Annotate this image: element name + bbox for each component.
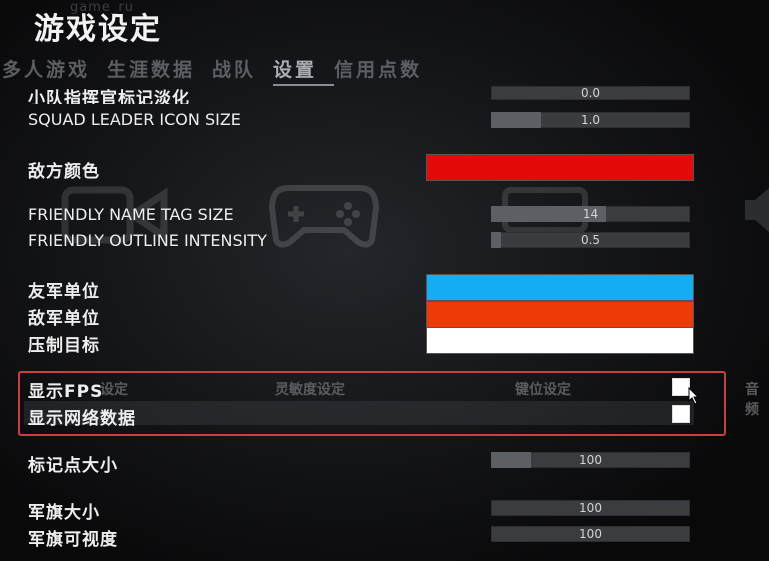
squad-leader-icon-size-slider[interactable]: 1.0 [491, 112, 690, 128]
page-title: 游戏设定 [34, 12, 162, 47]
setting-row-squad-marker-fade: 小队指挥官标记淡化 0.0 [0, 86, 769, 104]
slider-value: 100 [579, 453, 602, 467]
tab-settings[interactable]: 设置 [273, 56, 335, 86]
setting-label: FRIENDLY OUTLINE INTENSITY [28, 231, 267, 250]
tab-credits[interactable]: 信用点数 [334, 56, 439, 86]
tab-multiplayer[interactable]: 多人游戏 [0, 56, 107, 86]
gamepad-icon [268, 185, 380, 248]
slider-value: 0.5 [580, 233, 601, 247]
friendly-outline-intensity-slider[interactable]: 0.5 [491, 232, 690, 248]
ghost-label: 音频 [745, 382, 759, 418]
speaker-icon [745, 188, 769, 232]
marker-size-slider[interactable]: 100 [491, 452, 690, 468]
setting-label: 敌方颜色 [28, 162, 100, 182]
flag-size-slider[interactable]: 100 [491, 500, 690, 516]
tab-platoon[interactable]: 战队 [212, 56, 273, 86]
setting-label: 标记点大小 [28, 456, 118, 476]
slider-value: 100 [579, 527, 602, 541]
highlight-box [18, 371, 726, 436]
setting-label: 压制目标 [28, 336, 100, 356]
enemy-unit-color-swatch[interactable] [427, 302, 693, 327]
slider-value: 1.0 [580, 113, 601, 127]
setting-label: FRIENDLY NAME TAG SIZE [28, 205, 234, 224]
slider-value: 14 [582, 207, 599, 221]
squad-marker-fade-slider[interactable]: 0.0 [491, 86, 690, 100]
flag-visibility-slider[interactable]: 100 [491, 526, 690, 542]
setting-label: 友军单位 [28, 282, 100, 302]
enemy-color-swatch[interactable] [427, 155, 693, 180]
setting-label: 小队指挥官标记淡化 [28, 89, 190, 104]
setting-label: SQUAD LEADER ICON SIZE [28, 110, 241, 129]
tab-career[interactable]: 生涯数据 [107, 56, 212, 86]
setting-label: 敌军单位 [28, 309, 100, 329]
mouse-cursor-icon [688, 387, 700, 405]
setting-label: 军旗可视度 [28, 530, 118, 550]
setting-label: 军旗大小 [28, 503, 100, 523]
slider-value: 0.0 [580, 86, 601, 100]
suppression-target-color-swatch[interactable] [427, 328, 693, 353]
tab-bar: 多人游戏 生涯数据 战队 设置 信用点数 [0, 56, 439, 86]
friendly-name-tag-size-slider[interactable]: 14 [491, 206, 690, 222]
friendly-unit-color-swatch[interactable] [427, 275, 693, 300]
slider-value: 100 [579, 501, 602, 515]
